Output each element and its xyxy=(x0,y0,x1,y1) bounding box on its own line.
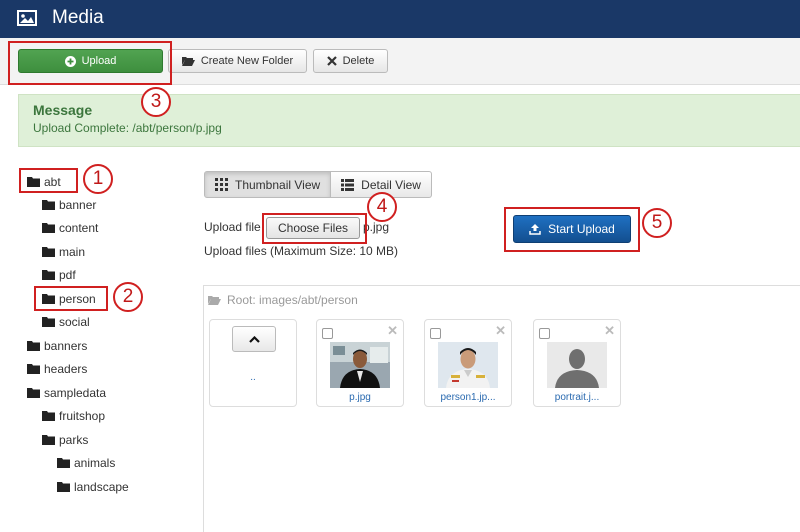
file-thumbnail-image xyxy=(547,342,607,388)
folder-up-tile[interactable]: .. xyxy=(209,319,297,407)
tree-item-sampledata[interactable]: sampledata xyxy=(27,385,106,401)
tree-item-label: banners xyxy=(44,339,88,353)
delete-button[interactable]: Delete xyxy=(313,49,388,73)
view-toggle: Thumbnail View Detail View xyxy=(204,171,432,198)
breadcrumb: Root: images/abt/person xyxy=(208,293,358,307)
detail-view-label: Detail View xyxy=(361,177,421,192)
tree-item-pdf[interactable]: pdf xyxy=(42,267,76,283)
folder-icon xyxy=(57,458,70,468)
file-select-checkbox[interactable] xyxy=(430,328,441,339)
create-folder-button[interactable]: Create New Folder xyxy=(168,49,307,73)
file-thumbnail-image xyxy=(330,342,390,388)
tree-item-fruitshop[interactable]: fruitshop xyxy=(42,408,105,424)
close-icon[interactable]: ✕ xyxy=(604,323,615,339)
file-tile-portrait[interactable]: ✕ portrait.j... xyxy=(533,319,621,407)
tree-item-label: banner xyxy=(59,198,97,212)
thumbnail-view-label: Thumbnail View xyxy=(235,177,321,192)
callout-box-1 xyxy=(19,168,78,193)
folder-icon xyxy=(42,435,55,445)
tree-item-headers[interactable]: headers xyxy=(27,361,87,377)
callout-number-5: 5 xyxy=(642,208,672,238)
tree-item-label: animals xyxy=(74,456,116,470)
folder-icon xyxy=(42,317,55,327)
app-header: Media xyxy=(0,0,800,38)
file-select-checkbox[interactable] xyxy=(539,328,550,339)
callout-box-4 xyxy=(262,213,367,244)
folder-open-icon xyxy=(181,57,195,66)
tree-item-main[interactable]: main xyxy=(42,244,85,260)
message-alert: Message Upload Complete: /abt/person/p.j… xyxy=(18,94,800,147)
tree-item-content[interactable]: content xyxy=(42,220,98,236)
tree-item-label: parks xyxy=(59,433,89,447)
tree-item-label: main xyxy=(59,245,86,259)
tree-item-landscape[interactable]: landscape xyxy=(57,479,129,495)
create-folder-label: Create New Folder xyxy=(200,55,294,67)
upload-size-note: Upload files (Maximum Size: 10 MB) xyxy=(204,244,399,258)
message-body: Upload Complete: /abt/person/p.jpg xyxy=(33,121,222,135)
tree-item-parks[interactable]: parks xyxy=(42,432,88,448)
callout-box-5 xyxy=(504,207,640,252)
folder-up-button[interactable] xyxy=(232,326,276,352)
page-title: Media xyxy=(52,7,104,28)
folder-open-icon xyxy=(208,296,221,305)
callout-number-4: 4 xyxy=(367,192,397,222)
folder-icon xyxy=(42,200,55,210)
breadcrumb-path: Root: images/abt/person xyxy=(227,293,358,307)
list-icon xyxy=(341,178,355,191)
thumbnail-view-button[interactable]: Thumbnail View xyxy=(204,171,332,198)
tree-item-label: sampledata xyxy=(44,386,107,400)
file-name[interactable]: p.jpg xyxy=(317,392,403,403)
close-icon xyxy=(326,56,337,66)
message-title: Message xyxy=(33,102,93,118)
tree-item-label: landscape xyxy=(74,480,129,494)
file-name[interactable]: portrait.j... xyxy=(534,392,620,403)
file-tile-p[interactable]: ✕ p.jpg xyxy=(316,319,404,407)
folder-icon xyxy=(42,411,55,421)
callout-box-2 xyxy=(34,286,108,311)
folder-icon xyxy=(42,270,55,280)
tree-item-animals[interactable]: animals xyxy=(57,455,115,471)
tree-item-label: fruitshop xyxy=(59,409,106,423)
folder-icon xyxy=(42,223,55,233)
delete-label: Delete xyxy=(342,55,375,67)
folder-up-label: .. xyxy=(250,372,256,383)
close-icon[interactable]: ✕ xyxy=(495,323,506,339)
callout-number-3: 3 xyxy=(141,87,171,117)
file-thumbnail-image xyxy=(438,342,498,388)
image-icon xyxy=(17,10,37,26)
callout-number-2: 2 xyxy=(113,282,143,312)
grid-icon xyxy=(215,178,228,191)
callout-number-1: 1 xyxy=(83,164,113,194)
tree-item-label: content xyxy=(59,221,99,235)
file-select-checkbox[interactable] xyxy=(322,328,333,339)
tree-item-label: social xyxy=(59,315,90,329)
folder-icon xyxy=(27,388,40,398)
tree-item-label: pdf xyxy=(59,268,76,282)
close-icon[interactable]: ✕ xyxy=(387,323,398,339)
folder-icon xyxy=(42,247,55,257)
folder-icon xyxy=(27,341,40,351)
chevron-up-icon xyxy=(248,335,260,343)
folder-icon xyxy=(27,364,40,374)
tree-item-social[interactable]: social xyxy=(42,314,90,330)
callout-box-3 xyxy=(8,41,172,85)
file-tile-person1[interactable]: ✕ person1.jp... xyxy=(424,319,512,407)
tree-item-banner[interactable]: banner xyxy=(42,197,96,213)
upload-file-label: Upload file xyxy=(204,220,261,234)
folder-icon xyxy=(57,482,70,492)
tree-item-label: headers xyxy=(44,362,88,376)
tree-item-banners[interactable]: banners xyxy=(27,338,87,354)
file-name[interactable]: person1.jp... xyxy=(425,392,511,403)
